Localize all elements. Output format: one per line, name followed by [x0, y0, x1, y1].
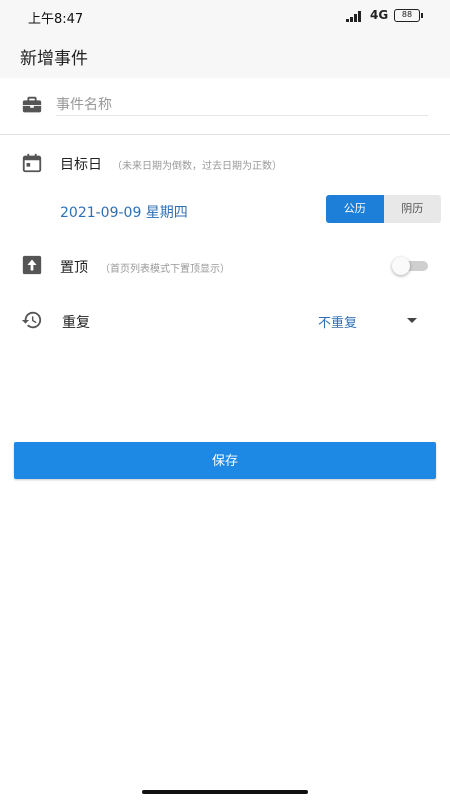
- history-icon: [21, 311, 42, 329]
- status-time: 上午8:47: [28, 12, 84, 27]
- event-form: 目标日 （未来日期为倒数，过去日期为正数） 2021-09-09 星期四 公历 …: [0, 78, 450, 350]
- save-button[interactable]: 保存: [14, 442, 436, 479]
- briefcase-icon: [22, 96, 42, 113]
- status-bar: 上午8:47 4G 88: [0, 0, 450, 32]
- target-day-label: 目标日: [60, 157, 102, 173]
- battery-icon: 88: [394, 9, 423, 22]
- signal-icon: [346, 10, 364, 22]
- target-date-picker[interactable]: 2021-09-09 星期四: [60, 202, 188, 222]
- calendar-type-toggle: 公历 阴历: [326, 195, 441, 223]
- calendar-icon: [22, 153, 42, 173]
- repeat-label: 重复: [62, 315, 90, 331]
- target-day-hint: （未来日期为倒数，过去日期为正数）: [112, 161, 282, 172]
- event-name-input[interactable]: [56, 94, 426, 116]
- name-input-underline: [56, 115, 428, 116]
- switch-thumb: [392, 257, 410, 275]
- solar-calendar-option[interactable]: 公历: [326, 195, 384, 223]
- repeat-select[interactable]: 不重复: [318, 312, 357, 331]
- pin-toggle-switch[interactable]: [392, 256, 428, 276]
- chevron-down-icon[interactable]: [407, 318, 417, 323]
- network-type: 4G: [370, 8, 389, 22]
- home-indicator: [142, 790, 308, 794]
- lunar-calendar-option[interactable]: 阴历: [384, 195, 442, 223]
- pin-label: 置顶: [60, 260, 88, 276]
- page-title: 新增事件: [20, 49, 88, 69]
- pin-hint: （首页列表模式下置顶显示）: [100, 264, 230, 275]
- app-header: 新增事件: [0, 32, 450, 78]
- section-divider: [0, 134, 450, 135]
- pin-top-icon: [22, 255, 42, 275]
